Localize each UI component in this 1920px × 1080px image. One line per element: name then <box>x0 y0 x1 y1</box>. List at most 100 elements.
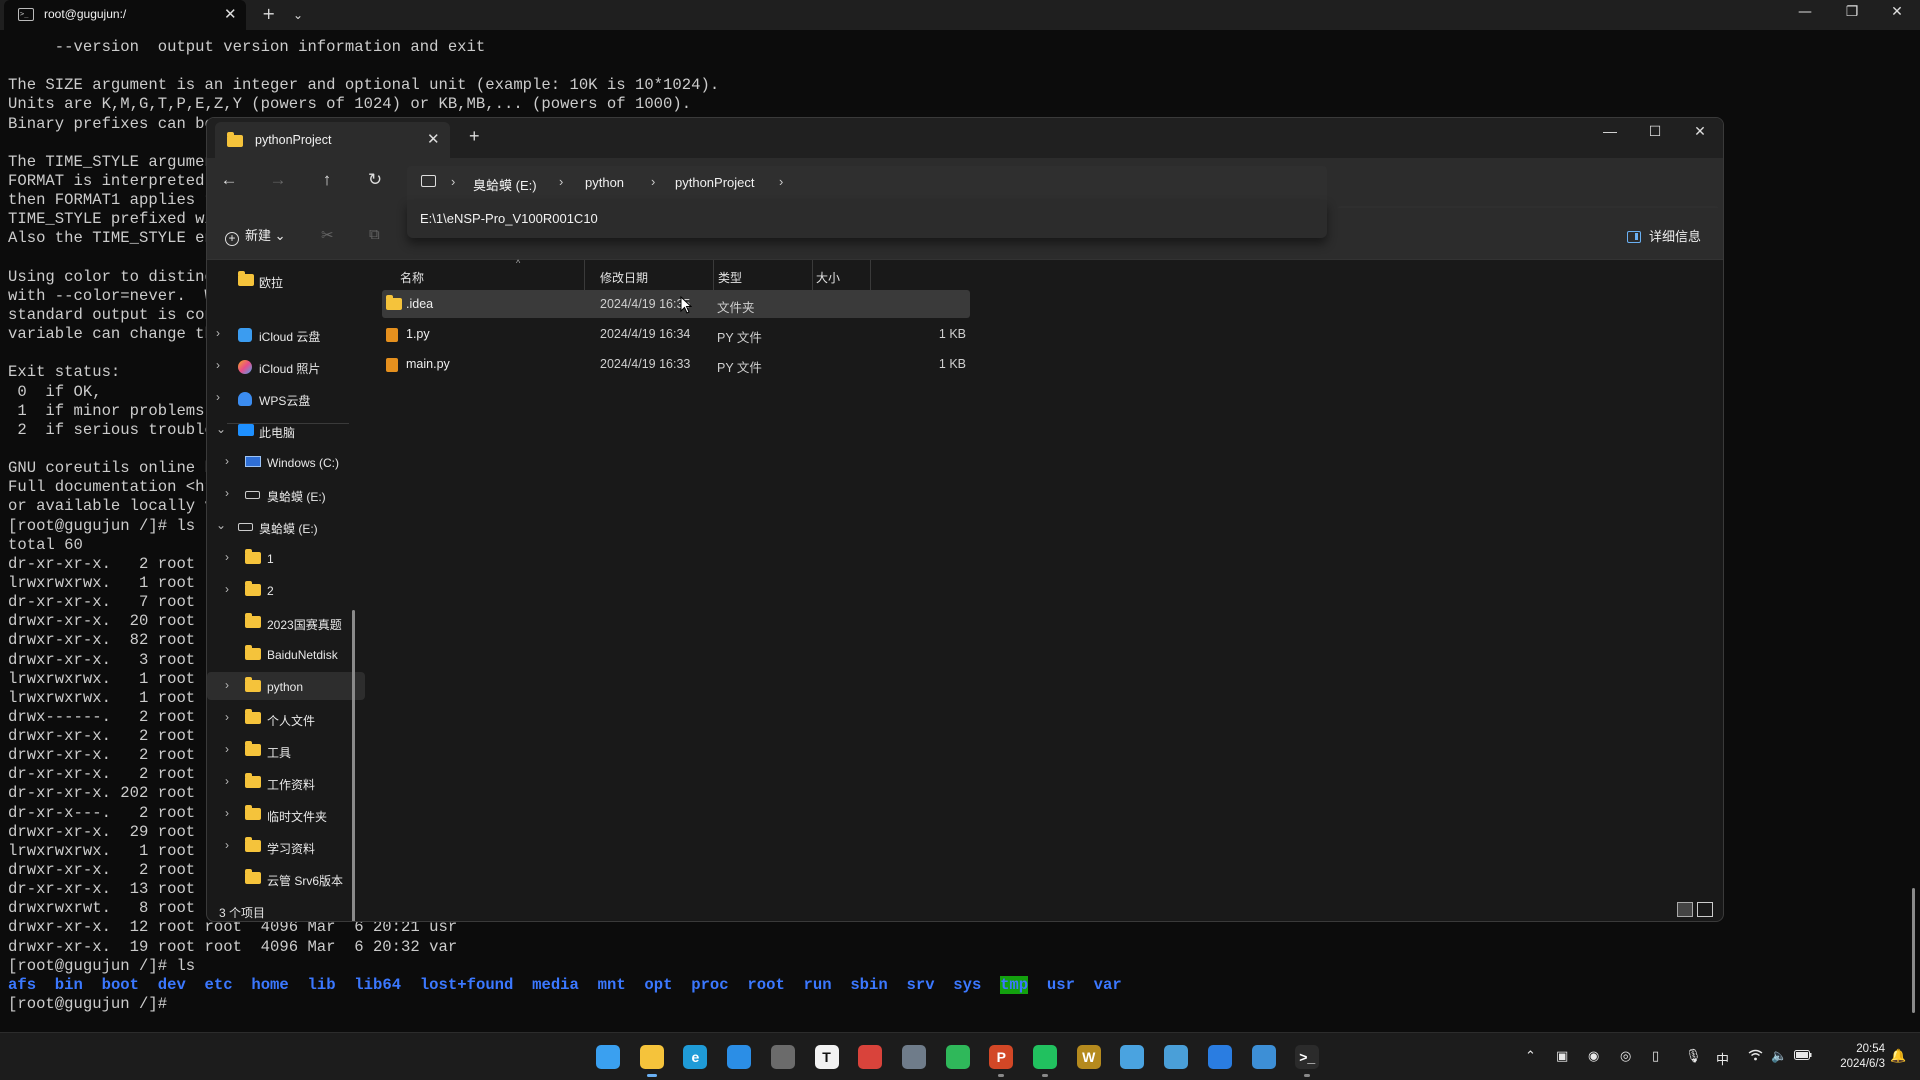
close-window-button[interactable]: ✕ <box>1877 4 1917 20</box>
desktop-app-icon[interactable] <box>1248 1041 1280 1073</box>
sidebar-item[interactable]: › iCloud 云盘 <box>207 320 365 348</box>
back-button[interactable]: ← <box>215 170 243 190</box>
computer-icon[interactable] <box>421 175 436 187</box>
maximize-button[interactable]: ☐ <box>1632 123 1678 140</box>
chevron-right-icon[interactable]: › <box>225 838 229 852</box>
sidebar-item[interactable]: 云管 Srv6版本 <box>207 864 365 892</box>
sidebar-item[interactable]: › 学习资料 <box>207 832 365 860</box>
sidebar-item[interactable]: ⌄ 此电脑 <box>207 416 365 444</box>
tab-dropdown-icon[interactable]: ⌄ <box>293 8 303 22</box>
battery-saver-icon[interactable]: ▯ <box>1652 1049 1659 1064</box>
sidebar-item[interactable]: › 2 <box>207 576 365 604</box>
chevron-right-icon[interactable]: › <box>451 174 455 189</box>
browser-icon[interactable] <box>1160 1041 1192 1073</box>
minimize-button[interactable]: — <box>1785 4 1825 20</box>
sidebar-item[interactable]: › 个人文件 <box>207 704 365 732</box>
window-app-icon[interactable] <box>767 1041 799 1073</box>
cut-icon[interactable]: ✂ <box>321 226 334 244</box>
sidebar-item[interactable]: › iCloud 照片 <box>207 352 365 380</box>
column-divider[interactable] <box>812 260 813 290</box>
sidebar-item-pinned[interactable]: 欧拉 <box>207 266 365 294</box>
new-button[interactable]: + 新建 ⌄ <box>225 225 286 246</box>
volume-icon[interactable]: 🔈 <box>1771 1049 1787 1064</box>
tray-app-icon[interactable]: ▣ <box>1556 1049 1568 1064</box>
up-button[interactable]: ↑ <box>313 170 341 190</box>
powerpoint-icon[interactable]: P <box>985 1041 1017 1077</box>
close-window-button[interactable]: ✕ <box>1677 123 1723 140</box>
chevron-down-icon[interactable]: ⌄ <box>216 422 226 436</box>
sidebar-item[interactable]: BaiduNetdisk <box>207 640 365 668</box>
wps-icon[interactable]: W <box>1073 1041 1105 1073</box>
new-tab-button[interactable]: + <box>469 126 480 147</box>
chevron-right-icon[interactable]: › <box>225 806 229 820</box>
chevron-up-icon[interactable]: ⌃ <box>1525 1049 1536 1064</box>
chevron-right-icon[interactable]: › <box>216 358 220 372</box>
terminal-prompt[interactable]: [root@gugujun /]# <box>8 995 1908 1014</box>
chevron-right-icon[interactable]: › <box>216 326 220 340</box>
battery-icon[interactable] <box>1794 1049 1812 1064</box>
details-button[interactable]: 详细信息 <box>1627 226 1701 245</box>
close-tab-icon[interactable]: ✕ <box>427 130 440 148</box>
sidebar-item[interactable]: 2023国赛真题 <box>207 608 365 636</box>
chevron-right-icon[interactable]: › <box>225 550 229 564</box>
sidebar-scrollbar[interactable] <box>352 610 355 921</box>
start-icon[interactable] <box>592 1041 624 1073</box>
column-divider[interactable] <box>584 260 585 290</box>
chevron-right-icon[interactable]: › <box>651 174 655 189</box>
wifi-icon[interactable] <box>1748 1049 1763 1065</box>
chevron-right-icon[interactable]: › <box>225 710 229 724</box>
large-icons-view-button[interactable] <box>1697 902 1713 917</box>
forward-button[interactable]: → <box>264 170 292 190</box>
terminal-scrollbar[interactable] <box>1912 888 1915 1013</box>
breadcrumb-python[interactable]: python <box>585 175 624 190</box>
explorer-tab[interactable]: pythonProject ✕ <box>215 122 450 158</box>
new-tab-button[interactable]: + <box>262 4 275 23</box>
breadcrumb-drive[interactable]: 臭蛤蟆 (E:) <box>473 175 537 194</box>
sidebar-item[interactable]: › WPS云盘 <box>207 384 365 412</box>
sidebar-item[interactable]: › 工作资料 <box>207 768 365 796</box>
remote-desktop-icon[interactable] <box>723 1041 755 1073</box>
sidebar-item[interactable]: › 臭蛤蟆 (E:) <box>207 480 365 508</box>
sidebar-item[interactable]: › Windows (C:) <box>207 448 365 476</box>
sidebar-item[interactable]: › 1 <box>207 544 365 572</box>
terminal-tab[interactable]: >_ root@gugujun:/ ✕ <box>4 0 246 30</box>
pdf-icon[interactable] <box>854 1041 886 1073</box>
chevron-right-icon[interactable]: › <box>225 486 229 500</box>
column-divider[interactable] <box>713 260 714 290</box>
copy-icon[interactable]: ⧉ <box>369 226 380 243</box>
chevron-right-icon[interactable]: › <box>779 174 783 189</box>
tray-app-icon[interactable]: ◎ <box>1620 1049 1631 1064</box>
sidebar-item[interactable]: › 工具 <box>207 736 365 764</box>
snipping-tool-icon[interactable] <box>898 1041 930 1073</box>
details-view-button[interactable] <box>1677 902 1693 917</box>
chevron-right-icon[interactable]: › <box>225 774 229 788</box>
notepad-icon[interactable] <box>1116 1041 1148 1073</box>
chevron-right-icon[interactable]: › <box>216 390 220 404</box>
column-header-date[interactable]: 修改日期 <box>600 269 648 286</box>
restore-button[interactable]: ❐ <box>1832 4 1872 20</box>
microphone-icon[interactable]: 🎙 <box>1685 1049 1702 1064</box>
typora-icon[interactable]: T <box>811 1041 843 1073</box>
file-row[interactable]: main.py 2024/4/19 16:33 PY 文件 1 KB <box>382 350 970 378</box>
green-app-icon[interactable] <box>942 1041 974 1073</box>
refresh-button[interactable]: ↻ <box>361 170 389 190</box>
chevron-down-icon[interactable]: ⌄ <box>216 518 226 532</box>
chevron-right-icon[interactable]: › <box>559 174 563 189</box>
ime-indicator[interactable]: 中 <box>1716 1049 1729 1068</box>
sidebar-item[interactable]: › 临时文件夹 <box>207 800 365 828</box>
minimize-button[interactable]: — <box>1587 123 1633 139</box>
column-header-type[interactable]: 类型 <box>718 269 742 286</box>
chevron-right-icon[interactable]: › <box>225 582 229 596</box>
taskbar-clock[interactable]: 20:54 2024/6/3 <box>1815 1042 1885 1072</box>
column-header-size[interactable]: 大小 <box>816 269 840 286</box>
column-divider[interactable] <box>870 260 871 290</box>
notification-icon[interactable]: 🔔 <box>1890 1049 1906 1064</box>
close-tab-icon[interactable]: ✕ <box>224 5 237 23</box>
whiteboard-icon[interactable] <box>1204 1041 1236 1073</box>
wechat-icon[interactable] <box>1029 1041 1061 1077</box>
file-row[interactable]: .idea 2024/4/19 16:35 文件夹 <box>382 290 970 318</box>
edge-icon[interactable]: e <box>679 1041 711 1073</box>
sidebar-item[interactable]: › python <box>207 672 365 700</box>
breadcrumb-pythonproject[interactable]: pythonProject <box>675 175 755 190</box>
address-suggestion-text[interactable]: E:\1\eNSP-Pro_V100R001C10 <box>420 211 598 226</box>
